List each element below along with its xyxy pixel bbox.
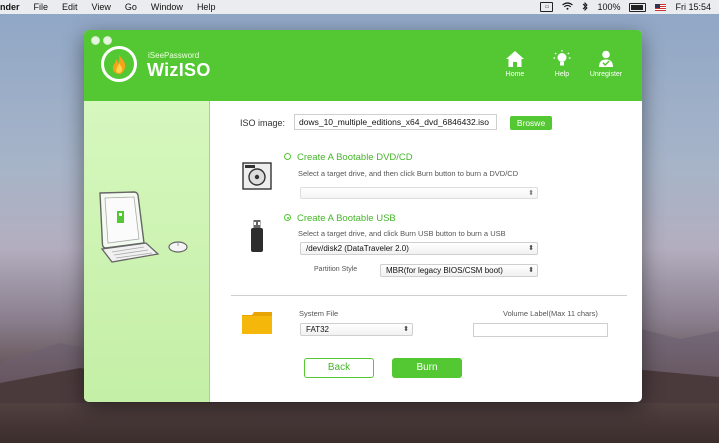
section-divider xyxy=(231,295,627,296)
usb-option-title[interactable]: Create A Bootable USB xyxy=(297,213,396,224)
file-system-select[interactable]: FAT32 ⬍ xyxy=(300,323,413,336)
window-minimize-button[interactable] xyxy=(103,36,112,45)
partition-style-select[interactable]: MBR(for legacy BIOS/CSM boot) ⬍ xyxy=(380,264,538,277)
menubar-clock[interactable]: Fri 15:54 xyxy=(675,2,711,12)
battery-percent: 100% xyxy=(597,2,621,12)
unregister-label: Unregister xyxy=(589,71,623,78)
home-icon xyxy=(506,51,524,67)
dvd-option-title[interactable]: Create A Bootable DVD/CD xyxy=(297,152,413,163)
menu-window[interactable]: Window xyxy=(144,2,190,12)
brand-product: WizISO xyxy=(147,60,211,80)
dropdown-arrow-icon: ⬍ xyxy=(528,267,534,274)
usb-drive-icon xyxy=(251,220,263,252)
dropdown-arrow-icon: ⬍ xyxy=(403,326,409,333)
app-logo-icon xyxy=(101,46,137,82)
dropdown-arrow-icon: ⬍ xyxy=(528,245,534,252)
help-button[interactable]: Help xyxy=(540,50,584,78)
input-source-flag-icon[interactable] xyxy=(655,3,667,11)
status-menu-icon[interactable]: ▭ xyxy=(540,2,554,12)
bluetooth-icon[interactable] xyxy=(582,1,589,13)
menu-view[interactable]: View xyxy=(85,2,118,12)
usb-drive-value: /dev/disk2 (DataTraveler 2.0) xyxy=(306,244,409,253)
dvd-hint: Select a target drive, and then click Bu… xyxy=(298,169,519,178)
menu-go[interactable]: Go xyxy=(118,2,144,12)
dropdown-arrow-icon: ⬍ xyxy=(528,190,534,197)
iso-path-input[interactable]: dows_10_multiple_editions_x64_dvd_684643… xyxy=(294,114,497,130)
menu-app-name[interactable]: nder xyxy=(0,2,27,12)
user-register-icon xyxy=(599,50,613,67)
menu-help[interactable]: Help xyxy=(190,2,223,12)
usb-drive-select[interactable]: /dev/disk2 (DataTraveler 2.0) ⬍ xyxy=(300,242,538,255)
sidebar-panel xyxy=(84,101,210,402)
usb-hint: Select a target drive, and click Burn US… xyxy=(298,229,506,238)
system-file-label: System File xyxy=(299,309,339,318)
lightbulb-icon xyxy=(553,50,571,66)
menubar: nder File Edit View Go Window Help ▭ 100… xyxy=(0,0,719,14)
home-button[interactable]: Home xyxy=(493,50,537,78)
volume-label-label: Volume Label(Max 11 chars) xyxy=(503,309,598,318)
window-close-button[interactable] xyxy=(91,36,100,45)
usb-radio[interactable] xyxy=(284,214,291,221)
dvd-drive-select[interactable]: ⬍ xyxy=(300,187,538,199)
burn-button[interactable]: Burn xyxy=(392,358,462,378)
back-button[interactable]: Back xyxy=(304,358,374,378)
menu-edit[interactable]: Edit xyxy=(55,2,85,12)
app-header: iSeePassword WizISO Home Help Unregister xyxy=(84,30,642,101)
file-system-value: FAT32 xyxy=(306,325,329,334)
brand-company: iSeePassword xyxy=(148,51,200,60)
volume-label-input[interactable] xyxy=(473,323,608,337)
wifi-icon[interactable] xyxy=(562,2,574,12)
home-label: Home xyxy=(505,71,525,78)
dvd-radio[interactable] xyxy=(284,153,291,160)
partition-style-label: Partition Style xyxy=(314,266,358,273)
iso-image-label: ISO image: xyxy=(240,118,286,128)
browse-button[interactable]: Broswe xyxy=(510,116,552,130)
dvd-drive-icon xyxy=(242,162,272,190)
partition-style-value: MBR(for legacy BIOS/CSM boot) xyxy=(386,266,503,275)
computer-illustration xyxy=(99,191,188,263)
battery-icon[interactable] xyxy=(629,2,647,12)
menu-file[interactable]: File xyxy=(27,2,56,12)
folder-icon xyxy=(242,312,272,334)
unregister-button[interactable]: Unregister xyxy=(584,50,628,78)
help-label: Help xyxy=(554,71,570,78)
